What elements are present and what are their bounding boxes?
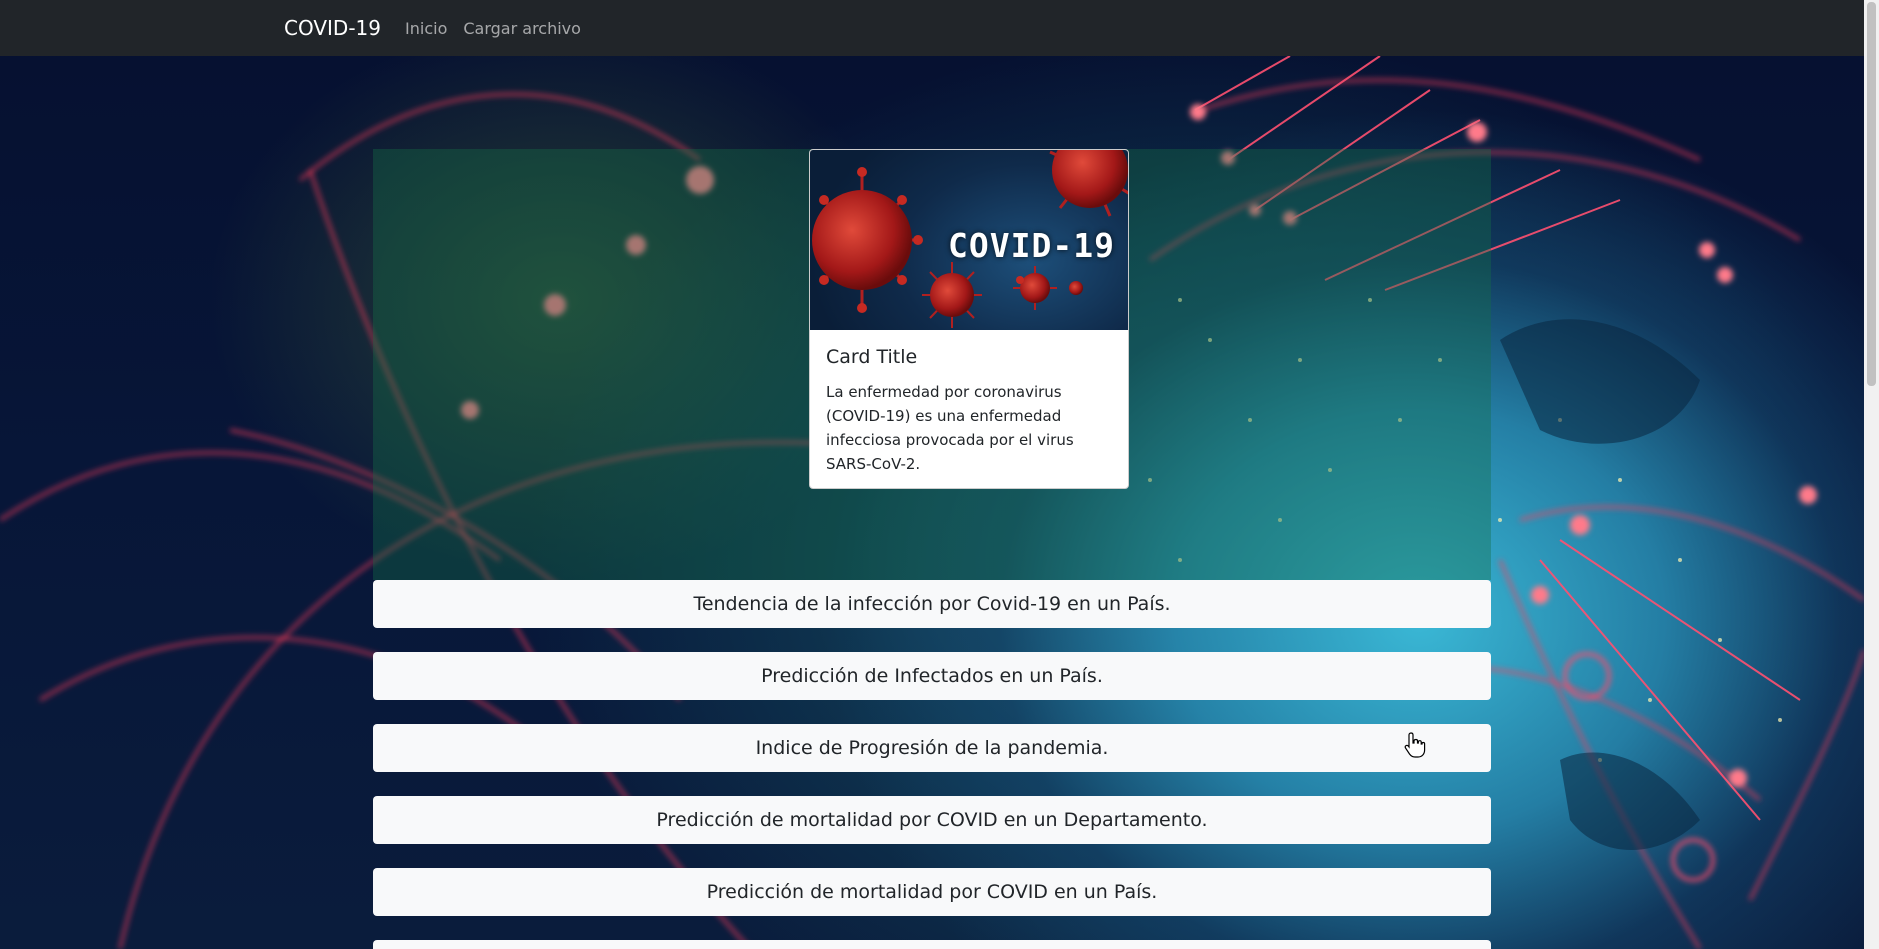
- virus-icon: [812, 167, 923, 313]
- card-text: La enfermedad por coronavirus (COVID-19)…: [826, 383, 1074, 473]
- info-card: COVID-19 Card Title La enfermedad por co…: [809, 149, 1129, 489]
- options-list: Tendencia de la infección por Covid-19 e…: [373, 580, 1491, 949]
- nav-link-inicio[interactable]: Inicio: [405, 19, 447, 38]
- hand-cursor-icon: [1404, 732, 1426, 762]
- scrollbar-thumb[interactable]: [1867, 2, 1876, 386]
- card-image: COVID-19: [810, 150, 1128, 330]
- card-body: Card Title La enfermedad por coronavirus…: [810, 330, 1128, 488]
- nav-link-cargar-archivo[interactable]: Cargar archivo: [463, 19, 581, 38]
- main-container: COVID-19 Card Title La enfermedad por co…: [373, 149, 1491, 949]
- navbar: COVID-19 Inicio Cargar archivo: [0, 0, 1864, 56]
- page-scrollbar[interactable]: [1864, 0, 1879, 949]
- option-partial[interactable]: [373, 940, 1491, 949]
- option-indice-progresion[interactable]: Indice de Progresión de la pandemia.: [373, 724, 1491, 772]
- hero-section: COVID-19 Card Title La enfermedad por co…: [373, 149, 1491, 580]
- navbar-brand[interactable]: COVID-19: [284, 16, 381, 40]
- card-image-text: COVID-19: [948, 226, 1115, 265]
- option-mortalidad-departamento[interactable]: Predicción de mortalidad por COVID en un…: [373, 796, 1491, 844]
- option-prediccion-infectados[interactable]: Predicción de Infectados en un País.: [373, 652, 1491, 700]
- option-mortalidad-pais[interactable]: Predicción de mortalidad por COVID en un…: [373, 868, 1491, 916]
- option-tendencia-infeccion[interactable]: Tendencia de la infección por Covid-19 e…: [373, 580, 1491, 628]
- card-title: Card Title: [826, 346, 918, 368]
